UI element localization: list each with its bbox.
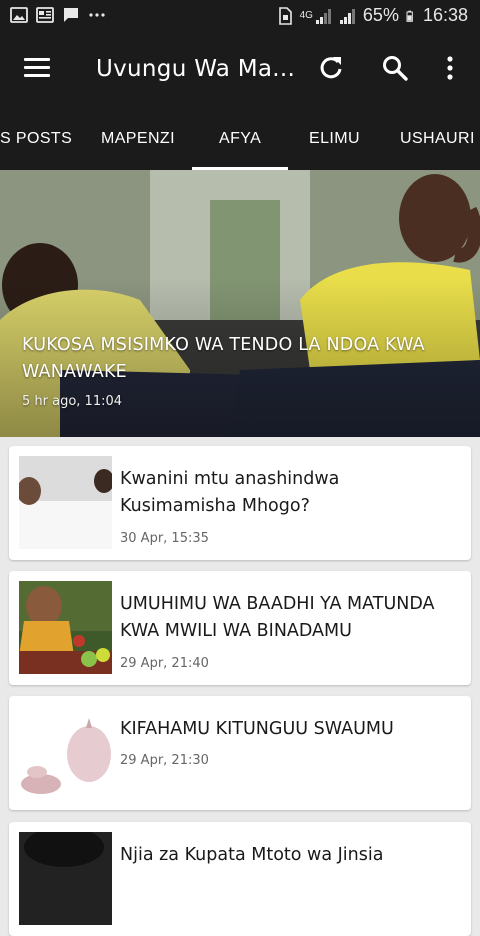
article-card[interactable]: Kwanini mtu anashindwa Kusimamisha Mhogo… bbox=[9, 446, 471, 560]
news-notification-icon bbox=[36, 7, 54, 23]
overflow-menu-icon[interactable] bbox=[436, 54, 464, 82]
gallery-notification-icon bbox=[10, 7, 28, 23]
article-card[interactable]: Njia za Kupata Mtoto wa Jinsia bbox=[9, 822, 471, 936]
menu-icon[interactable] bbox=[24, 56, 52, 80]
article-thumbnail bbox=[19, 581, 112, 674]
article-title: Kwanini mtu anashindwa Kusimamisha Mhogo… bbox=[120, 469, 340, 516]
tab-afya[interactable]: AFYA bbox=[219, 130, 261, 148]
battery-icon bbox=[406, 10, 413, 22]
featured-timestamp: 5 hr ago, 11:04 bbox=[22, 394, 123, 409]
refresh-icon[interactable] bbox=[317, 54, 345, 82]
article-title: Njia za Kupata Mtoto wa Jinsia bbox=[120, 845, 384, 865]
tab-posts[interactable]: S POSTS bbox=[0, 130, 72, 148]
article-timestamp: 29 Apr, 21:30 bbox=[120, 753, 209, 768]
network-type: 4G bbox=[299, 9, 313, 21]
article-thumbnail bbox=[19, 706, 112, 799]
signal-2-icon bbox=[339, 8, 355, 24]
article-thumbnail bbox=[19, 456, 112, 549]
article-title: KIFAHAMU KITUNGUU SWAUMU bbox=[120, 719, 394, 739]
tab-elimu[interactable]: ELIMU bbox=[309, 130, 360, 148]
article-timestamp: 29 Apr, 21:40 bbox=[120, 656, 209, 671]
article-title: UMUHIMU WA BAADHI YA MATUNDA KWA MWILI W… bbox=[120, 594, 435, 641]
message-notification-icon bbox=[64, 8, 78, 22]
more-notifications-icon bbox=[89, 13, 105, 17]
category-tabs: S POSTS MAPENZI AFYA ELIMU USHAURI bbox=[0, 106, 480, 170]
featured-title: KUKOSA MSISIMKO WA TENDO LA NDOA KWA WAN… bbox=[22, 335, 425, 382]
article-timestamp: 30 Apr, 15:35 bbox=[120, 531, 209, 546]
app-bar: Uvungu Wa Ma... bbox=[0, 34, 480, 106]
status-bar: 4G 65% 16:38 bbox=[0, 0, 480, 34]
search-icon[interactable] bbox=[381, 54, 409, 82]
clock: 16:38 bbox=[422, 5, 468, 25]
article-thumbnail bbox=[19, 832, 112, 925]
sim-icon bbox=[278, 6, 292, 25]
battery-level: 65% bbox=[362, 5, 399, 25]
tab-ushauri[interactable]: USHAURI bbox=[400, 130, 475, 148]
app-title: Uvungu Wa Ma... bbox=[96, 56, 296, 82]
article-card[interactable]: KIFAHAMU KITUNGUU SWAUMU 29 Apr, 21:30 bbox=[9, 696, 471, 810]
article-card[interactable]: UMUHIMU WA BAADHI YA MATUNDA KWA MWILI W… bbox=[9, 571, 471, 685]
featured-article[interactable]: KUKOSA MSISIMKO WA TENDO LA NDOA KWA WAN… bbox=[0, 170, 480, 437]
signal-1-icon bbox=[315, 8, 331, 24]
tab-mapenzi[interactable]: MAPENZI bbox=[101, 130, 175, 148]
